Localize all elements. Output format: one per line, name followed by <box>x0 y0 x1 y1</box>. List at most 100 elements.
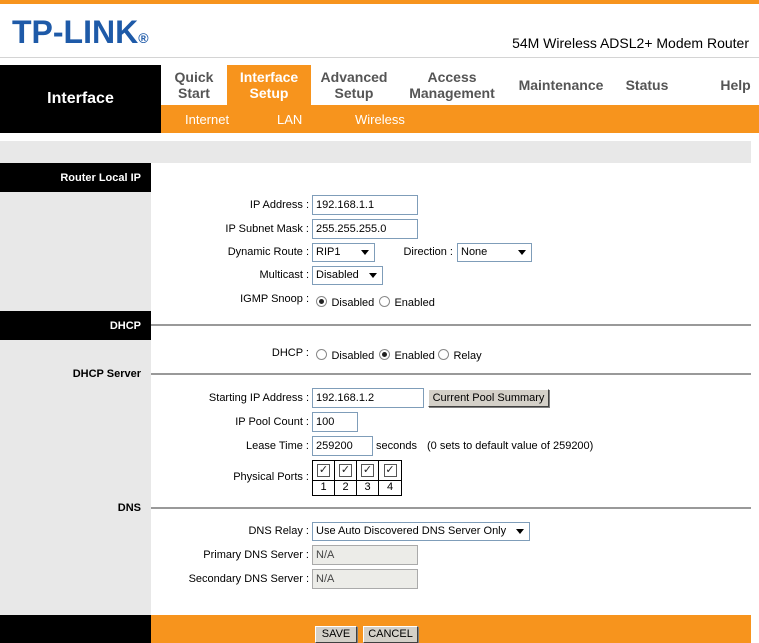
lease-time-label: Lease Time : <box>246 440 309 452</box>
chevron-down-icon <box>361 250 369 255</box>
igmp-enabled-option[interactable]: Enabled <box>379 293 435 311</box>
select-value: Use Auto Discovered DNS Server Only <box>316 525 507 537</box>
nav-label: Start <box>178 85 210 101</box>
igmp-disabled-option[interactable]: Disabled <box>316 293 374 311</box>
ip-address-field[interactable]: 192.168.1.1 <box>312 195 418 215</box>
radio-label: Enabled <box>394 350 435 362</box>
section-router-local-ip: Router Local IP <box>0 163 151 192</box>
select-value: None <box>461 246 488 258</box>
port-1-checkbox[interactable]: ✓ <box>317 464 330 477</box>
radio-label: Disabled <box>331 350 375 362</box>
starting-ip-label: Starting IP Address : <box>208 392 309 404</box>
section-dns: DNS <box>117 502 141 514</box>
lease-time-note: (0 sets to default value of 259200) <box>427 440 594 452</box>
port-2-checkbox[interactable]: ✓ <box>339 464 352 477</box>
left-column <box>0 163 151 615</box>
secondary-dns-field[interactable]: N/A <box>312 569 418 589</box>
radio-label: Disabled <box>331 297 375 309</box>
section-dhcp: DHCP <box>0 311 151 340</box>
radio-icon[interactable] <box>379 296 390 308</box>
nav-interface-setup[interactable]: Interface Setup <box>227 65 311 105</box>
nav-label: Setup <box>334 85 374 101</box>
nav-label: Access <box>427 69 477 85</box>
content-top-bar <box>0 141 751 163</box>
port-3-cell: ✓ <box>357 461 379 480</box>
ip-pool-count-field[interactable]: 100 <box>312 412 358 432</box>
dynamic-route-label: Dynamic Route : <box>227 246 309 258</box>
nav-label: Quick <box>174 69 214 85</box>
multicast-select[interactable]: Disabled <box>312 266 383 285</box>
nav-help[interactable]: Help <box>712 65 759 105</box>
subnav-wireless[interactable]: Wireless <box>355 112 405 127</box>
divider-dns <box>151 507 751 509</box>
port-2-cell: ✓ <box>335 461 357 480</box>
primary-dns-label: Primary DNS Server : <box>203 549 309 561</box>
select-value: Disabled <box>316 269 359 281</box>
nav-label: Management <box>409 85 495 101</box>
nav-label: Help <box>720 77 751 93</box>
top-accent-line <box>0 0 759 4</box>
nav-quick-start[interactable]: Quick Start <box>161 65 227 105</box>
nav-label: Advanced <box>320 69 388 85</box>
nav-label: Maintenance <box>518 77 604 93</box>
footer-bar <box>151 615 751 643</box>
port-number: 3 <box>357 481 379 495</box>
radio-selected-icon[interactable] <box>316 296 327 308</box>
dhcp-disabled-option[interactable]: Disabled <box>316 346 374 364</box>
nav-maintenance[interactable]: Maintenance <box>512 65 610 105</box>
nav-status[interactable]: Status <box>614 65 680 105</box>
lease-time-unit: seconds <box>376 440 417 452</box>
section-title: Interface <box>0 65 161 133</box>
nav-label: Interface <box>239 69 299 85</box>
save-button[interactable]: SAVE <box>315 626 357 643</box>
radio-selected-icon[interactable] <box>379 349 390 361</box>
port-checkbox-row: ✓ ✓ ✓ ✓ <box>313 461 401 480</box>
port-1-cell: ✓ <box>313 461 335 480</box>
cancel-button[interactable]: CANCEL <box>363 626 418 643</box>
dhcp-enabled-option[interactable]: Enabled <box>379 346 435 364</box>
radio-label: Enabled <box>394 297 435 309</box>
physical-ports-grid: ✓ ✓ ✓ ✓ 1 2 3 4 <box>312 460 402 496</box>
current-pool-summary-button[interactable]: Current Pool Summary <box>428 389 549 407</box>
lease-time-field[interactable]: 259200 <box>312 436 373 456</box>
sub-nav-bar <box>161 105 759 133</box>
nav-access-management[interactable]: Access Management <box>400 65 504 105</box>
port-4-checkbox[interactable]: ✓ <box>383 464 397 477</box>
igmp-snoop-label: IGMP Snoop : <box>240 293 309 305</box>
dns-relay-select[interactable]: Use Auto Discovered DNS Server Only <box>312 522 530 541</box>
chevron-down-icon <box>516 529 524 534</box>
radio-icon[interactable] <box>438 349 449 361</box>
direction-select[interactable]: None <box>457 243 532 262</box>
radio-icon[interactable] <box>316 349 327 361</box>
subnav-lan[interactable]: LAN <box>277 112 302 127</box>
subnet-mask-label: IP Subnet Mask : <box>225 223 309 235</box>
logo-registered: ® <box>138 30 149 46</box>
dynamic-route-select[interactable]: RIP1 <box>312 243 375 262</box>
chevron-down-icon <box>518 250 526 255</box>
tp-link-logo: TP-LINK® <box>12 12 149 52</box>
direction-label: Direction : <box>403 246 453 258</box>
port-4-cell: ✓ <box>379 461 401 480</box>
primary-dns-field[interactable]: N/A <box>312 545 418 565</box>
footer-left <box>0 615 151 643</box>
radio-label: Relay <box>453 350 482 362</box>
nav-advanced-setup[interactable]: Advanced Setup <box>311 65 397 105</box>
secondary-dns-label: Secondary DNS Server : <box>188 573 309 585</box>
logo-text: TP-LINK <box>12 14 139 50</box>
divider-dhcp-server <box>151 373 751 375</box>
port-number-row: 1 2 3 4 <box>313 480 401 495</box>
dhcp-relay-option[interactable]: Relay <box>438 346 482 364</box>
port-number: 1 <box>313 481 335 495</box>
ip-address-label: IP Address : <box>249 199 309 211</box>
port-3-checkbox[interactable]: ✓ <box>361 464 374 477</box>
chevron-down-icon <box>369 273 377 278</box>
subnav-internet[interactable]: Internet <box>185 112 229 127</box>
dns-relay-label: DNS Relay : <box>248 525 309 537</box>
port-number: 2 <box>335 481 357 495</box>
select-value: RIP1 <box>316 246 341 258</box>
multicast-label: Multicast : <box>259 269 309 281</box>
ip-pool-count-label: IP Pool Count : <box>235 416 309 428</box>
subnet-mask-field[interactable]: 255.255.255.0 <box>312 219 418 239</box>
nav-label: Status <box>625 77 669 93</box>
starting-ip-field[interactable]: 192.168.1.2 <box>312 388 424 408</box>
